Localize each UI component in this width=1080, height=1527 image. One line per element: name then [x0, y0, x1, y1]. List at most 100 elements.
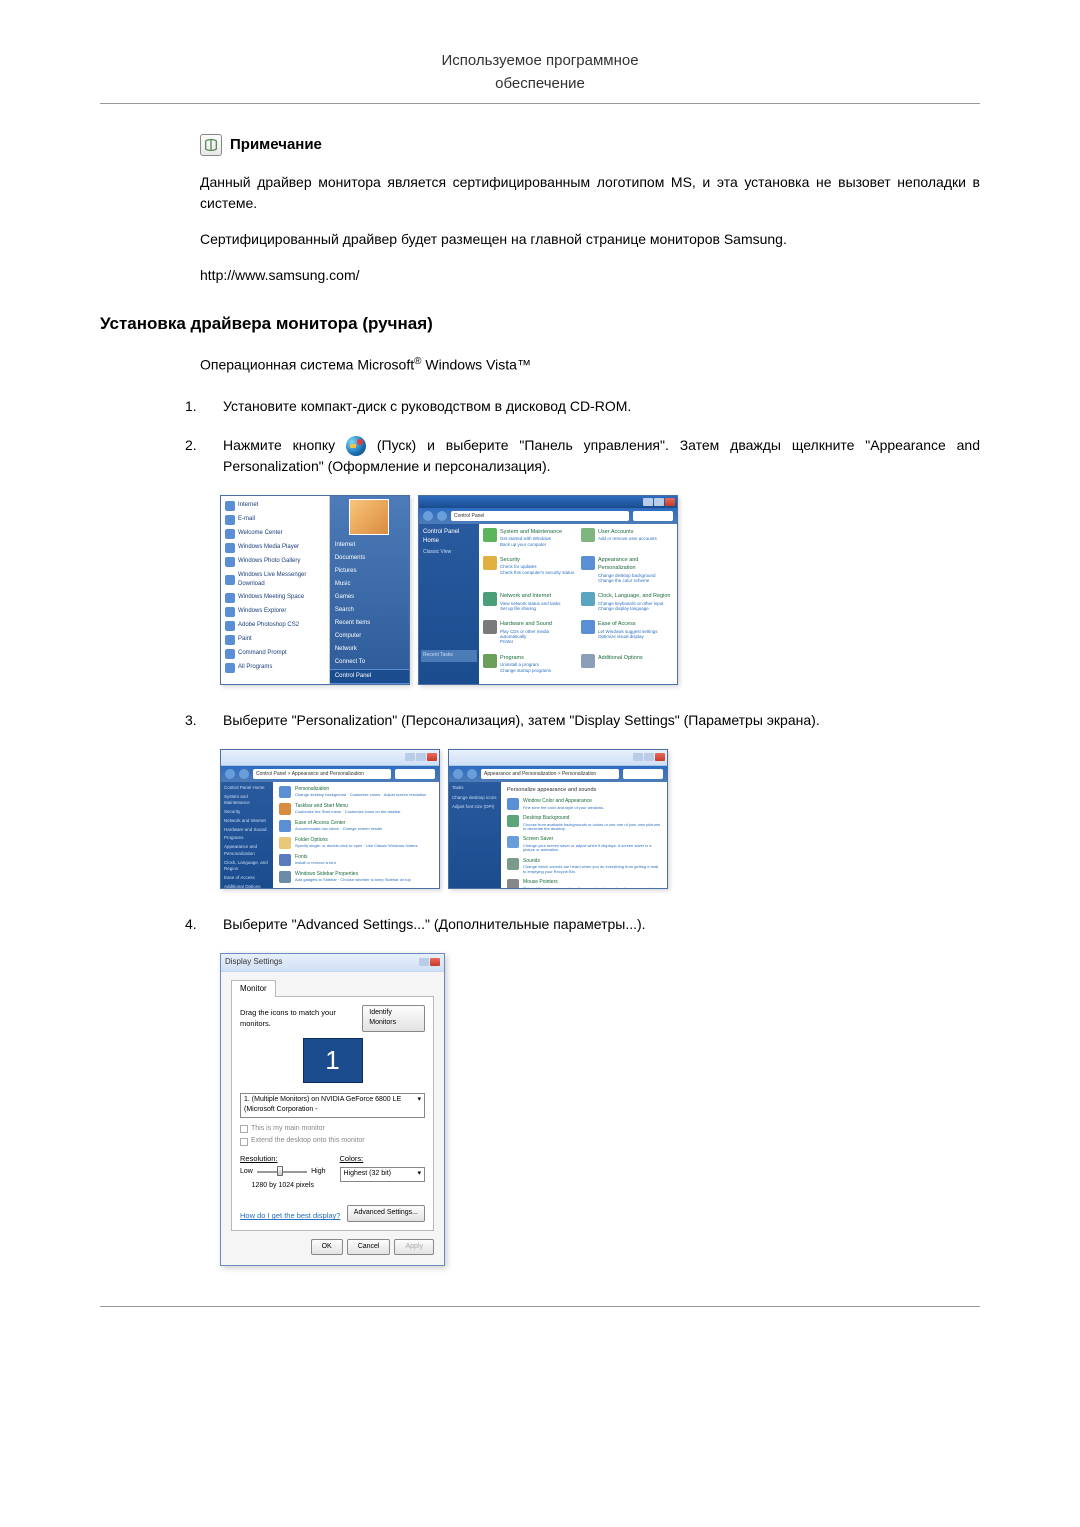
advanced-settings-button[interactable]: Advanced Settings... — [347, 1205, 425, 1222]
cp-recent-tasks: Recent Tasks — [421, 650, 477, 662]
start-menu-item: Windows Explorer — [221, 605, 329, 619]
step-number: 4. — [185, 914, 205, 935]
appearance-side-link: Appearance and Personalization — [224, 844, 270, 858]
step-4: 4. Выберите "Advanced Settings..." (Допо… — [185, 914, 980, 935]
appearance-main: PersonalizationChange desktop background… — [273, 782, 439, 888]
resolution-slider[interactable] — [257, 1171, 307, 1173]
personalization-side-link: Adjust font size (DPI) — [452, 804, 498, 811]
extend-desktop-checkbox: Extend the desktop onto this monitor — [240, 1136, 425, 1147]
start-menu-item: Command Prompt — [221, 647, 329, 661]
search-box — [623, 769, 663, 779]
appearance-side-link: Clock, Language, and Region — [224, 860, 270, 874]
step-text: Выберите "Advanced Settings..." (Дополни… — [223, 914, 980, 935]
minimize-icon — [419, 958, 429, 966]
step-number: 3. — [185, 710, 205, 731]
back-icon — [225, 769, 235, 779]
category-icon — [581, 556, 595, 570]
forward-icon — [239, 769, 249, 779]
app-icon — [225, 515, 235, 525]
category-icon — [507, 815, 519, 827]
minimize-icon — [633, 753, 643, 761]
control-panel-item: Hardware and SoundPlay CDs or other medi… — [483, 620, 575, 651]
os-suffix: Windows Vista™ — [422, 357, 531, 373]
appearance-side-link: Additional Options — [224, 884, 270, 889]
identify-monitors-button[interactable]: Identify Monitors — [362, 1005, 425, 1032]
appearance-sidebar: Control Panel HomeSystem and Maintenance… — [221, 782, 273, 888]
dialog-title: Display Settings — [225, 956, 282, 968]
category-icon — [507, 879, 519, 889]
window-titlebar — [419, 496, 677, 508]
personalization-item: Desktop BackgroundChoose from available … — [507, 815, 661, 831]
step-2-pre: Нажмите кнопку — [223, 437, 346, 453]
personalization-item: SoundsChange which sounds are heard when… — [507, 858, 661, 874]
close-icon — [427, 753, 437, 761]
category-icon — [279, 871, 291, 883]
cancel-button[interactable]: Cancel — [347, 1239, 391, 1256]
start-menu-right-item: Games — [330, 591, 409, 604]
resolution-label: Resolution: — [240, 1153, 326, 1164]
colors-dropdown[interactable]: Highest (32 bit) ▾ — [340, 1167, 426, 1182]
nav-bar: Control Panel — [419, 508, 677, 524]
address-bar: Control Panel > Appearance and Personali… — [253, 769, 391, 779]
start-menu-right-item: Recent Items — [330, 617, 409, 630]
note-paragraph-1: Данный драйвер монитора является сертифи… — [200, 172, 980, 214]
category-icon — [483, 592, 497, 606]
search-box — [633, 511, 673, 521]
start-menu-item: Windows Meeting Space — [221, 591, 329, 605]
start-menu-right-item: Search — [330, 604, 409, 617]
appearance-side-link: Security — [224, 809, 270, 816]
control-panel-item: User AccountsAdd or remove user accounts — [581, 528, 673, 554]
category-icon — [483, 556, 497, 570]
close-icon — [430, 958, 440, 966]
appearance-item: Ease of Access CenterAccommodate low vis… — [279, 820, 433, 832]
forward-icon — [467, 769, 477, 779]
step-2: 2. Нажмите кнопку (Пуск) и выберите "Пан… — [185, 435, 980, 477]
personalization-item: Window Color and AppearanceFine tune the… — [507, 798, 661, 810]
start-menu-right-item: Music — [330, 578, 409, 591]
appearance-side-link: Network and Internet — [224, 818, 270, 825]
control-panel-screenshot: Control Panel Control Panel Home Classic… — [418, 495, 678, 685]
category-icon — [279, 837, 291, 849]
help-link[interactable]: How do I get the best display? — [240, 1210, 340, 1221]
monitor-tab[interactable]: Monitor — [231, 980, 276, 997]
start-menu-item: Adobe Photoshop CS2 — [221, 619, 329, 633]
category-icon — [279, 803, 291, 815]
app-icon — [225, 635, 235, 645]
slider-low: Low — [240, 1167, 253, 1178]
start-menu-item: All Programs — [221, 661, 329, 675]
control-panel-item: Clock, Language, and RegionChange keyboa… — [581, 592, 673, 618]
address-bar: Appearance and Personalization > Persona… — [481, 769, 619, 779]
user-avatar — [349, 499, 389, 535]
maximize-icon — [654, 498, 664, 506]
control-panel-item: Network and InternetView network status … — [483, 592, 575, 618]
main-monitor-checkbox: This is my main monitor — [240, 1124, 425, 1135]
control-panel-item: System and MaintenanceGet started with W… — [483, 528, 575, 554]
app-icon — [225, 543, 235, 553]
ok-button[interactable]: OK — [311, 1239, 343, 1256]
app-icon — [225, 575, 235, 585]
step-3: 3. Выберите "Personalization" (Персонали… — [185, 710, 980, 731]
app-icon — [225, 621, 235, 631]
personalization-heading: Personalize appearance and sounds — [507, 786, 661, 794]
app-icon — [225, 649, 235, 659]
forward-icon — [437, 511, 447, 521]
start-menu-right-item: Computer — [330, 630, 409, 643]
note-heading: Примечание — [200, 134, 980, 157]
category-icon — [483, 620, 497, 634]
step-text: Выберите "Personalization" (Персонализац… — [223, 710, 980, 731]
category-icon — [581, 528, 595, 542]
note-icon — [200, 134, 222, 156]
apply-button[interactable]: Apply — [394, 1239, 434, 1256]
category-icon — [507, 836, 519, 848]
step-number: 1. — [185, 396, 205, 417]
start-menu-right-item: Documents — [330, 552, 409, 565]
appearance-screenshot: Control Panel > Appearance and Personali… — [220, 749, 440, 889]
appearance-item: PersonalizationChange desktop background… — [279, 786, 433, 798]
monitor-dropdown[interactable]: 1. (Multiple Monitors) on NVIDIA GeForce… — [240, 1093, 425, 1118]
step-number: 2. — [185, 435, 205, 477]
monitor-preview[interactable]: 1 — [303, 1038, 363, 1083]
chevron-down-icon: ▾ — [417, 1095, 421, 1116]
maximize-icon — [416, 753, 426, 761]
category-icon — [581, 620, 595, 634]
start-menu-item: Windows Media Player — [221, 541, 329, 555]
